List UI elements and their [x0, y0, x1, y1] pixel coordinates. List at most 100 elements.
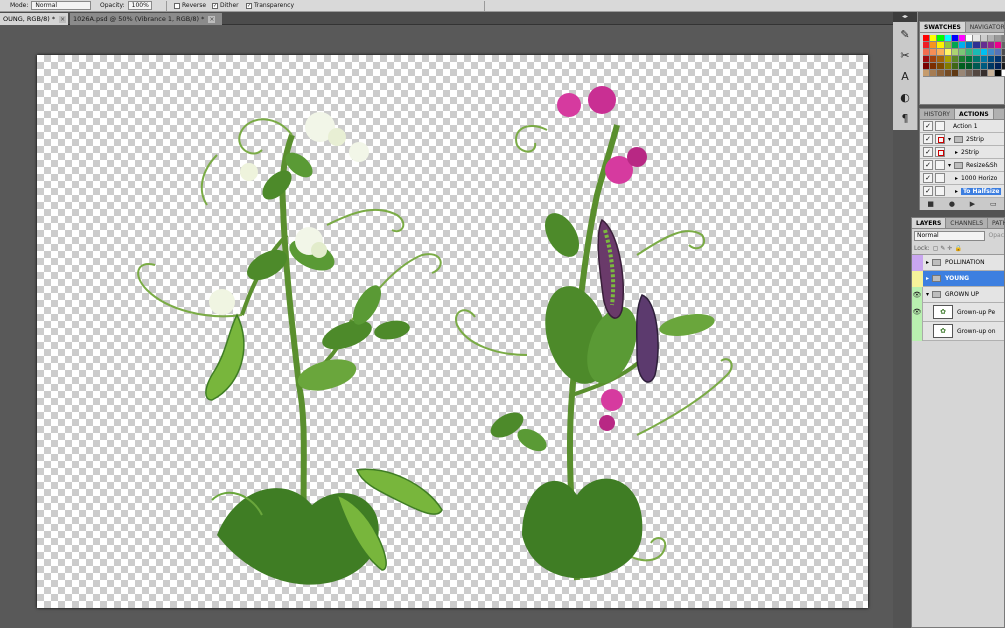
chevron-right-icon[interactable]: ▸	[955, 175, 958, 182]
character-panel-icon[interactable]: A	[896, 67, 915, 85]
action-set-row[interactable]: ✓ ▾ Resize&Sh	[920, 159, 1004, 172]
paragraph-panel-icon[interactable]: ¶	[896, 109, 915, 127]
chevron-down-icon[interactable]: ▾	[926, 291, 929, 298]
color-swatch[interactable]	[951, 70, 959, 77]
color-swatch[interactable]	[944, 70, 952, 77]
color-swatch[interactable]	[973, 70, 981, 77]
blend-mode-select[interactable]: Normal	[914, 230, 986, 241]
color-swatch[interactable]	[987, 70, 995, 77]
color-swatch[interactable]	[994, 49, 1003, 56]
color-swatch[interactable]	[987, 42, 995, 49]
tab-document-1026a[interactable]: 1026A.psd @ 50% (Vibrance 1, RGB/8) * ×	[70, 13, 222, 25]
chevron-down-icon[interactable]: ▾	[948, 136, 951, 143]
reverse-checkbox[interactable]	[174, 2, 180, 9]
layer-group-grown-up[interactable]: 👁 ▾ GROWN UP	[912, 286, 1004, 303]
color-swatch[interactable]	[937, 42, 945, 49]
visibility-toggle[interactable]	[912, 270, 923, 287]
record-icon[interactable]: ●	[949, 200, 955, 208]
color-swatch[interactable]	[951, 35, 959, 42]
play-icon[interactable]: ▶	[970, 200, 975, 208]
chevron-right-icon[interactable]: ▸	[955, 188, 958, 195]
opacity-field[interactable]: 100%	[127, 1, 152, 10]
eye-icon[interactable]: 👁	[912, 302, 923, 322]
color-swatch[interactable]	[973, 35, 981, 42]
color-swatch[interactable]	[973, 49, 981, 56]
check-icon[interactable]: ✓	[923, 186, 933, 196]
color-swatch[interactable]	[923, 70, 931, 77]
color-swatch[interactable]	[958, 49, 967, 56]
color-swatch[interactable]	[923, 49, 931, 56]
check-icon[interactable]: ✓	[923, 134, 933, 144]
dialog-toggle[interactable]	[935, 173, 945, 183]
color-swatch[interactable]	[951, 49, 959, 56]
color-swatch[interactable]	[958, 35, 967, 42]
color-swatch[interactable]	[980, 35, 988, 42]
dialog-toggle[interactable]	[935, 134, 945, 144]
dialog-toggle[interactable]	[935, 121, 945, 131]
color-swatch[interactable]	[930, 42, 938, 49]
dialog-toggle[interactable]	[935, 186, 945, 196]
stop-icon[interactable]: ■	[927, 200, 934, 208]
layer-group-young[interactable]: ▸ YOUNG	[912, 270, 1004, 287]
color-swatch[interactable]	[930, 63, 938, 70]
color-swatch[interactable]	[937, 35, 945, 42]
check-icon[interactable]: ✓	[923, 147, 933, 157]
document-canvas[interactable]	[37, 55, 868, 608]
tab-history[interactable]: HISTORY	[920, 109, 955, 119]
layer-group-pollination[interactable]: ▸ POLLINATION	[912, 254, 1004, 271]
color-swatch[interactable]	[930, 49, 938, 56]
color-swatch[interactable]	[973, 56, 981, 63]
color-swatch[interactable]	[966, 49, 974, 56]
color-swatch[interactable]	[966, 42, 974, 49]
color-swatch[interactable]	[958, 42, 967, 49]
tab-swatches[interactable]: SWATCHES	[920, 22, 966, 32]
color-swatch[interactable]	[944, 42, 952, 49]
transparency-checkbox[interactable]: ✓	[246, 2, 252, 9]
color-swatch[interactable]	[951, 56, 959, 63]
visibility-toggle[interactable]	[912, 254, 923, 271]
color-swatch[interactable]	[994, 70, 1003, 77]
check-icon[interactable]: ✓	[923, 160, 933, 170]
layer-grown-up-pe[interactable]: 👁 ✿ Grown-up Pe	[912, 302, 1004, 322]
color-swatch[interactable]	[994, 42, 1003, 49]
chevron-right-icon[interactable]: ▸	[955, 149, 958, 156]
color-swatch[interactable]	[937, 63, 945, 70]
color-swatch[interactable]	[951, 42, 959, 49]
color-swatch[interactable]	[994, 63, 1003, 70]
color-swatch[interactable]	[923, 56, 931, 63]
color-swatch[interactable]	[980, 63, 988, 70]
color-swatch[interactable]	[944, 56, 952, 63]
color-swatch[interactable]	[973, 63, 981, 70]
collapse-arrows-icon[interactable]: ◂▸	[893, 12, 917, 22]
color-swatch[interactable]	[937, 56, 945, 63]
action-row-selected[interactable]: ✓ ▸ To Halfsize	[920, 185, 1004, 198]
color-swatch[interactable]	[987, 56, 995, 63]
eye-icon[interactable]: 👁	[912, 286, 923, 303]
tab-navigator[interactable]: NAVIGATOR	[966, 22, 1005, 32]
color-swatch[interactable]	[937, 49, 945, 56]
tab-document-young[interactable]: OUNG, RGB/8) * ×	[0, 13, 68, 25]
color-swatch[interactable]	[937, 70, 945, 77]
dialog-toggle[interactable]	[935, 147, 945, 157]
tab-actions[interactable]: ACTIONS	[954, 109, 994, 119]
color-swatch[interactable]	[980, 70, 988, 77]
color-swatch[interactable]	[958, 56, 967, 63]
brush-tool-icon[interactable]: ✎	[896, 25, 915, 43]
lock-transparency-icon[interactable]: ▢	[933, 245, 939, 252]
color-swatch[interactable]	[958, 63, 967, 70]
color-swatch[interactable]	[923, 63, 931, 70]
color-swatch[interactable]	[930, 56, 938, 63]
layer-grown-up-on[interactable]: ✿ Grown-up on	[912, 321, 1004, 341]
close-icon[interactable]: ×	[208, 15, 216, 23]
color-swatch[interactable]	[944, 49, 952, 56]
lock-all-icon[interactable]: 🔒	[954, 245, 961, 252]
visibility-toggle[interactable]	[912, 321, 923, 341]
dither-checkbox[interactable]: ✓	[212, 2, 218, 9]
lock-position-icon[interactable]: ✛	[947, 245, 952, 252]
color-swatch[interactable]	[987, 63, 995, 70]
color-swatch[interactable]	[980, 56, 988, 63]
color-swatch[interactable]	[966, 63, 974, 70]
chevron-right-icon[interactable]: ▸	[926, 275, 929, 282]
chevron-down-icon[interactable]: ▾	[948, 162, 951, 169]
lock-image-icon[interactable]: ✎	[940, 245, 945, 252]
